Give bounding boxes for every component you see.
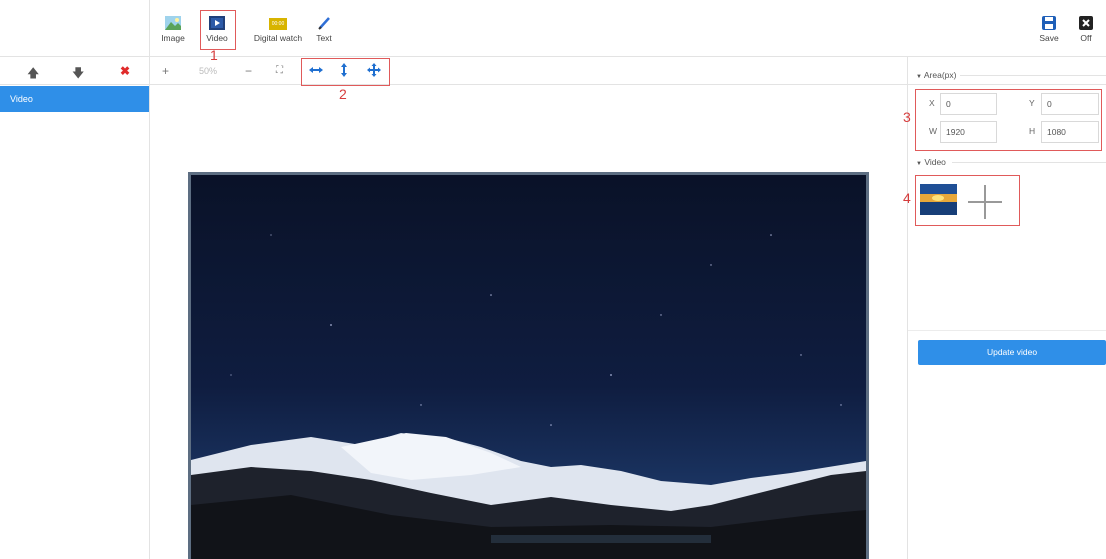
collapse-triangle-icon: ▼	[916, 74, 922, 80]
digital-watch-icon: 00:00	[269, 18, 287, 30]
image-icon	[165, 16, 181, 30]
fit-height-button[interactable]	[337, 63, 351, 79]
area-title: Area(px)	[923, 70, 957, 80]
vertical-arrows-icon	[341, 63, 347, 77]
h-label: H	[1029, 126, 1036, 136]
h-input[interactable]: 1080	[1041, 121, 1099, 143]
fit-screen-button[interactable]: ⛶	[276, 65, 283, 76]
horizontal-arrows-icon	[309, 67, 323, 73]
video-section-header[interactable]: ▼ Video	[916, 157, 946, 167]
zoom-in-button[interactable]: +	[162, 64, 169, 78]
zoom-out-button[interactable]: −	[245, 64, 252, 78]
update-divider	[908, 330, 1106, 331]
subtoolbar-divider	[0, 84, 1106, 85]
layer-item-video[interactable]: Video	[0, 86, 149, 112]
annotation-number-3: 3	[903, 109, 911, 125]
sunset-thumbnail-icon	[920, 184, 957, 215]
annotation-number-1: 1	[210, 47, 218, 63]
annotation-number-4: 4	[903, 190, 911, 206]
w-label: W	[929, 126, 938, 136]
video-section-title: Video	[924, 157, 946, 167]
delete-x-icon: ✖	[120, 64, 131, 78]
y-label: Y	[1029, 98, 1035, 108]
plus-icon	[968, 185, 1002, 219]
move-arrows-icon	[367, 63, 381, 77]
video-tool-label: Video	[206, 33, 228, 43]
digital-watch-tool-button[interactable]: 00:00 Digital watch	[249, 16, 307, 43]
toolbar-divider	[0, 56, 1106, 57]
image-tool-button[interactable]: Image	[150, 16, 196, 43]
delete-layer-button[interactable]: ✖	[120, 64, 130, 78]
text-tool-button[interactable]: Text	[301, 16, 347, 43]
text-pen-icon	[318, 17, 330, 30]
video-preview-image	[191, 175, 866, 559]
image-tool-label: Image	[161, 33, 185, 43]
move-up-button[interactable]: 🡅	[27, 64, 39, 85]
video-icon	[209, 16, 225, 30]
close-icon	[1079, 16, 1093, 30]
annotation-number-2: 2	[339, 86, 347, 102]
text-tool-label: Text	[316, 33, 332, 43]
off-button[interactable]: Off	[1063, 16, 1106, 43]
fill-both-button[interactable]	[367, 63, 381, 79]
right-panel-divider	[907, 56, 908, 559]
x-input[interactable]: 0	[940, 93, 997, 115]
off-label: Off	[1080, 33, 1092, 43]
move-down-button[interactable]: 🡇	[72, 64, 84, 85]
save-icon	[1042, 16, 1056, 30]
digital-watch-tool-label: Digital watch	[253, 33, 303, 43]
zoom-level: 50%	[199, 66, 218, 76]
collapse-triangle-icon: ▼	[916, 161, 922, 167]
add-video-button[interactable]	[966, 183, 1004, 221]
fit-width-button[interactable]	[309, 63, 323, 79]
area-section-header[interactable]: ▼ Area(px)	[916, 70, 956, 80]
area-title-rule	[960, 75, 1106, 76]
canvas-frame[interactable]	[188, 172, 869, 559]
y-input[interactable]: 0	[1041, 93, 1099, 115]
video-thumbnail[interactable]	[920, 184, 957, 215]
w-input[interactable]: 1920	[940, 121, 997, 143]
video-tool-button[interactable]: Video	[194, 16, 240, 43]
x-label: X	[929, 98, 935, 108]
arrow-up-icon: 🡅	[27, 66, 40, 80]
video-title-rule	[952, 162, 1106, 163]
arrow-down-icon: 🡇	[72, 66, 85, 80]
update-video-button[interactable]: Update video	[918, 340, 1106, 365]
